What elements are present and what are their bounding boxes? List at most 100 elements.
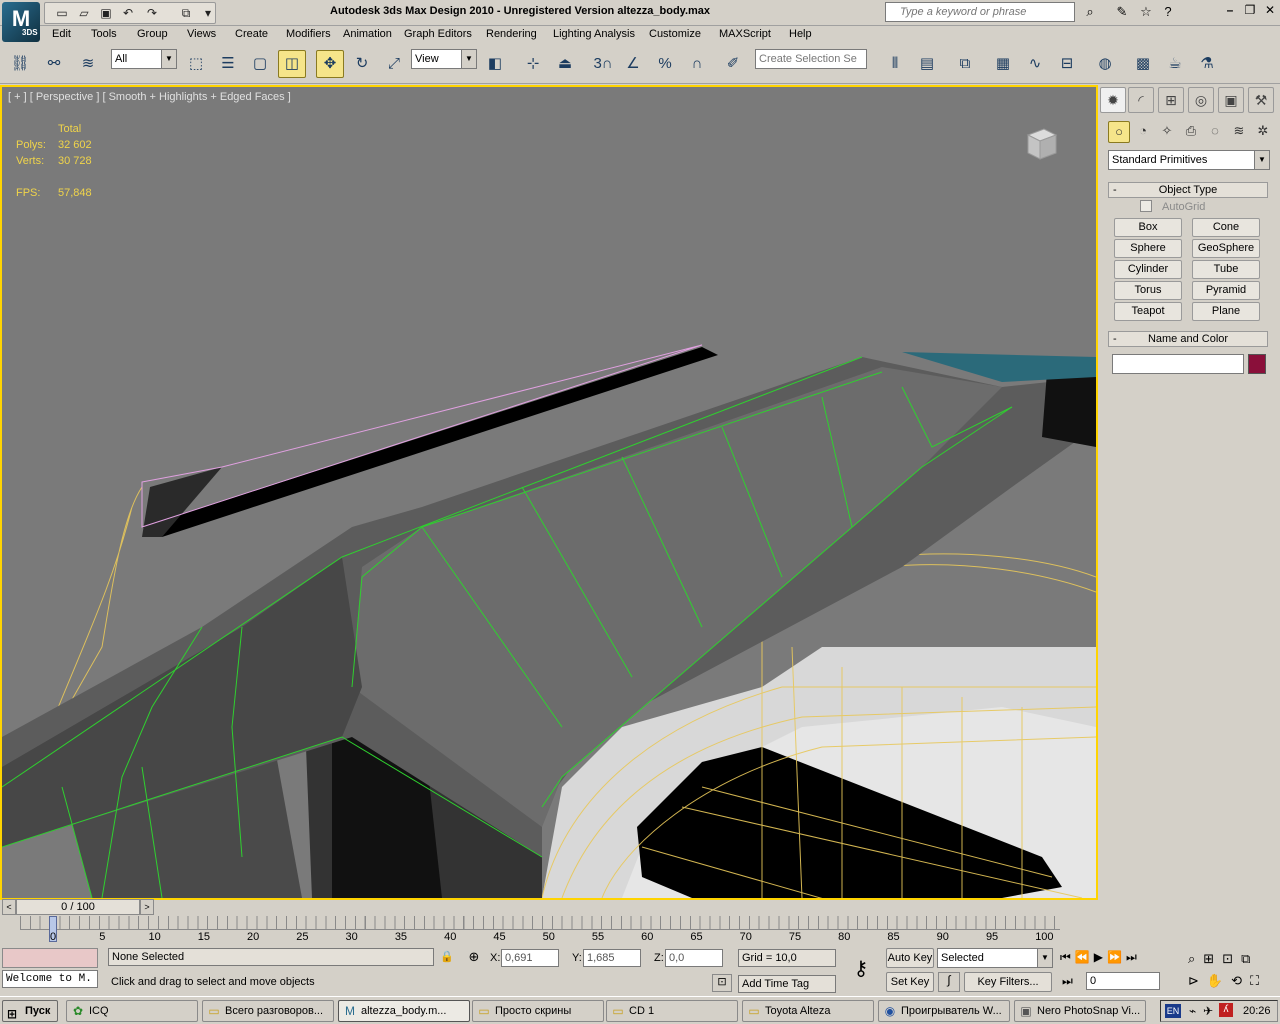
create-tab-icon[interactable]: ✹ [1100, 87, 1126, 113]
align-icon[interactable]: ▤ [913, 50, 941, 78]
taskbar-item-cd1[interactable]: ▭ CD 1 [606, 1000, 738, 1022]
helpers-category-icon[interactable]: ◌ [1204, 121, 1226, 143]
key-mode-dropdown[interactable]: Selected ▼ [937, 948, 1053, 968]
go-to-start-icon[interactable]: ⏮ [1060, 950, 1075, 964]
pyramid-button[interactable]: Pyramid [1192, 281, 1260, 300]
taskbar-item-screenshots[interactable]: ▭ Просто скрины [472, 1000, 604, 1022]
zoom-icon[interactable]: ⌕ [1188, 951, 1203, 966]
box-button[interactable]: Box [1114, 218, 1182, 237]
menu-lighting-analysis[interactable]: Lighting Analysis [553, 28, 635, 40]
open-file-icon[interactable]: ▱ [75, 4, 93, 22]
menu-modifiers[interactable]: Modifiers [286, 28, 331, 40]
satellite-icon[interactable]: ✈ [1203, 1004, 1213, 1018]
space-warps-category-icon[interactable]: ≋ [1228, 121, 1250, 143]
previous-frame-icon[interactable]: ⏪ [1075, 950, 1094, 964]
unlink-selection-icon[interactable]: ⚯ [40, 50, 68, 78]
go-to-end-icon[interactable]: ⏭ [1126, 950, 1141, 964]
angle-snap-icon[interactable]: ∠ [619, 50, 647, 78]
use-pivot-center-icon[interactable]: ◧ [481, 50, 509, 78]
mirror-icon[interactable]: ⫴ [881, 50, 909, 78]
project-folder-icon[interactable]: ⧉ [177, 4, 195, 22]
curve-editor-icon[interactable]: ∿ [1021, 50, 1049, 78]
object-name-field[interactable] [1112, 354, 1244, 374]
material-editor-icon[interactable]: ◍ [1091, 50, 1119, 78]
edit-named-selection-icon[interactable]: ✐ [719, 50, 747, 78]
track-bar[interactable]: 0 5 10 15 20 25 30 35 40 45 50 55 60 65 70 75 80 85 90 95 10… [0, 916, 1098, 944]
close-icon[interactable]: ✕ [1262, 4, 1278, 18]
star-favorites-icon[interactable]: ☆ [1136, 3, 1156, 23]
object-color-swatch[interactable] [1248, 354, 1266, 374]
add-time-tag-icon[interactable]: ⊡ [712, 974, 732, 992]
select-and-scale-icon[interactable]: ⤢ [380, 50, 408, 78]
torus-button[interactable]: Torus [1114, 281, 1182, 300]
window-crossing-icon[interactable]: ◫ [278, 50, 306, 78]
select-by-name-icon[interactable]: ☰ [214, 50, 242, 78]
zoom-extents-icon[interactable]: ⊡ [1222, 951, 1241, 966]
rectangular-selection-icon[interactable]: ▢ [246, 50, 274, 78]
binoculars-icon[interactable]: ⌕ [1080, 3, 1100, 23]
save-file-icon[interactable]: ▣ [97, 4, 115, 22]
auto-key-button[interactable]: Auto Key [886, 948, 934, 968]
lights-category-icon[interactable]: ✧ [1156, 121, 1178, 143]
start-button[interactable]: ⊞ Пуск [2, 1000, 58, 1022]
perspective-viewport[interactable]: [ + ] [ Perspective ] [ Smooth + Highlig… [0, 85, 1098, 900]
select-and-move-icon[interactable]: ✥ [316, 50, 344, 78]
taskbar-item-conversations[interactable]: ▭ Всего разговоров... [202, 1000, 334, 1022]
undo-icon[interactable]: ↶ [119, 4, 137, 22]
select-and-link-icon[interactable]: ⛓ [6, 50, 34, 78]
time-slider-thumb[interactable]: 0 / 100 [16, 899, 140, 915]
minimize-icon[interactable]: – [1222, 4, 1238, 18]
help-menu-icon[interactable]: ? [1158, 3, 1178, 23]
display-tab-icon[interactable]: ▣ [1218, 87, 1244, 113]
plane-button[interactable]: Plane [1192, 302, 1260, 321]
taskbar-item-toyota-alteza[interactable]: ▭ Toyota Alteza [742, 1000, 874, 1022]
maximize-viewport-icon[interactable]: ⛶ [1250, 973, 1267, 988]
autogrid-checkbox[interactable] [1140, 200, 1152, 212]
next-frame-icon[interactable]: ⏩ [1107, 950, 1126, 964]
absolute-mode-transform-icon[interactable]: ⊕ [466, 949, 482, 965]
cone-button[interactable]: Cone [1192, 218, 1260, 237]
x-coordinate-field[interactable]: 0,691 [501, 949, 559, 967]
reference-coordinate-dropdown[interactable]: View ▼ [411, 49, 477, 69]
menu-help[interactable]: Help [789, 28, 812, 40]
restore-icon[interactable]: ❐ [1242, 4, 1258, 18]
selection-filter-dropdown[interactable]: All ▼ [111, 49, 177, 69]
y-coordinate-field[interactable]: 1,685 [583, 949, 641, 967]
hierarchy-tab-icon[interactable]: ⊞ [1158, 87, 1184, 113]
object-type-rollout[interactable]: - Object Type [1108, 182, 1268, 198]
network-icon[interactable]: ⌁ [1189, 1004, 1196, 1018]
layer-manager-icon[interactable]: ⧉ [951, 50, 979, 78]
menu-maxscript[interactable]: MAXScript [719, 28, 771, 40]
field-of-view-icon[interactable]: ⊳ [1188, 973, 1207, 988]
redo-icon[interactable]: ↷ [143, 4, 161, 22]
orbit-icon[interactable]: ⟲ [1231, 973, 1250, 988]
time-slider[interactable]: < 0 / 100 > [0, 898, 1098, 916]
key-filters-button[interactable]: Key Filters... [964, 972, 1052, 992]
key-mode-toggle-icon[interactable]: ⏭ [1062, 974, 1082, 989]
tube-button[interactable]: Tube [1192, 260, 1260, 279]
rendered-frame-window-icon[interactable]: ☕ [1161, 50, 1189, 78]
language-indicator[interactable]: EN [1165, 1004, 1181, 1018]
taskbar-item-nero-photosnap[interactable]: ▣ Nero PhotoSnap Vi... [1014, 1000, 1146, 1022]
menu-tools[interactable]: Tools [91, 28, 117, 40]
menu-rendering[interactable]: Rendering [486, 28, 537, 40]
app-logo[interactable]: M 3DS [2, 2, 40, 42]
geometry-category-icon[interactable]: ○ [1108, 121, 1130, 143]
viewport-label[interactable]: [ + ] [ Perspective ] [ Smooth + Highlig… [8, 91, 291, 103]
viewcube-icon[interactable] [1022, 125, 1060, 163]
current-frame-field[interactable]: 0 [1086, 972, 1160, 990]
play-icon[interactable]: ▶ [1094, 950, 1107, 964]
percent-snap-icon[interactable]: % [651, 50, 679, 78]
geosphere-button[interactable]: GeoSphere [1192, 239, 1260, 258]
taskbar-item-media-player[interactable]: ◉ Проигрыватель W... [878, 1000, 1010, 1022]
maxscript-mini-listener-pink[interactable] [2, 948, 98, 968]
menu-graph-editors[interactable]: Graph Editors [404, 28, 472, 40]
select-and-manipulate-icon[interactable]: ⊹ [519, 50, 547, 78]
default-in-out-tangents-icon[interactable]: ∫ [938, 972, 960, 992]
chevron-down-icon[interactable]: ▾ [199, 4, 217, 22]
render-setup-icon[interactable]: ▩ [1129, 50, 1157, 78]
render-production-icon[interactable]: ⚗ [1193, 50, 1221, 78]
maxscript-mini-listener[interactable]: Welcome to M. [2, 970, 98, 988]
select-object-icon[interactable]: ⬚ [182, 50, 210, 78]
set-key-key-icon[interactable]: ⚷ [846, 954, 876, 984]
